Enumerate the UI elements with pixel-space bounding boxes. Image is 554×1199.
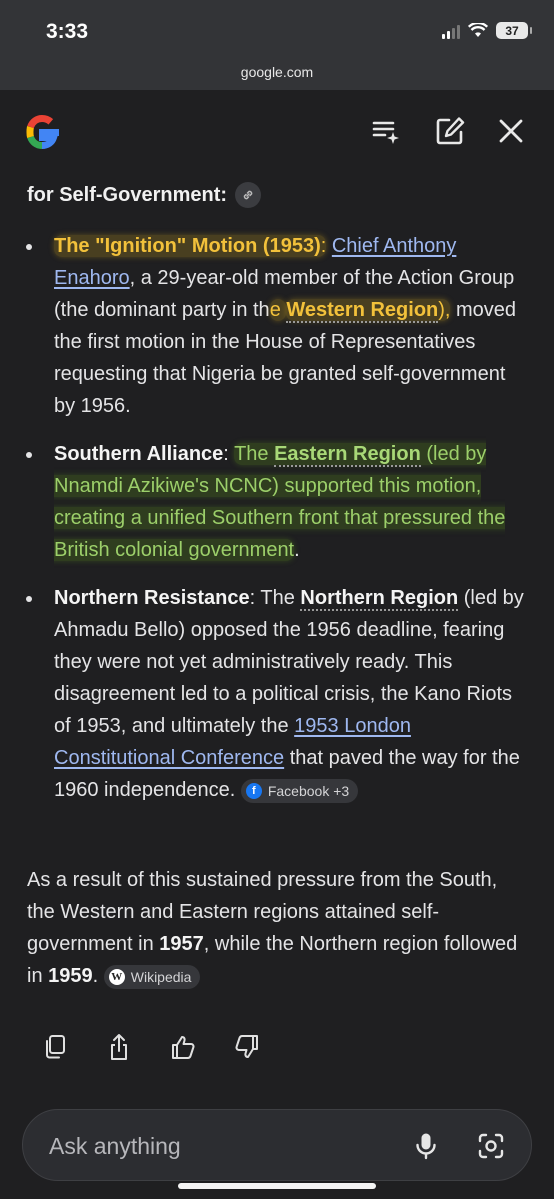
copy-button[interactable] (40, 1030, 70, 1064)
list-item: The "Ignition" Motion (1953): Chief Anth… (0, 230, 554, 422)
list-sparkle-icon (372, 121, 399, 144)
camera-lens-icon (478, 1133, 504, 1159)
list-sparkle-button[interactable] (369, 114, 403, 148)
close-button[interactable] (494, 114, 528, 148)
header (0, 90, 554, 170)
facebook-icon: f (245, 783, 262, 799)
ask-bar (22, 1109, 532, 1181)
status-time: 3:33 (46, 20, 89, 43)
cellular-signal-icon (442, 23, 460, 39)
wifi-icon (468, 23, 488, 37)
voice-search-button[interactable] (415, 1132, 437, 1165)
battery-icon: 37 (496, 22, 532, 39)
link-icon (243, 190, 253, 200)
bullet-list: The "Ignition" Motion (1953): Chief Anth… (0, 230, 554, 822)
northern-region-term[interactable]: Northern Region (300, 587, 459, 611)
mic-icon (416, 1133, 436, 1160)
thumbs-down-button[interactable] (232, 1030, 262, 1064)
status-icons: 37 (442, 22, 532, 39)
action-row (40, 1030, 262, 1064)
url-bar[interactable]: google.com (0, 64, 554, 80)
edit-button[interactable] (433, 114, 467, 148)
thumbs-up-icon (172, 1036, 195, 1059)
source-chip-facebook[interactable]: f Facebook +3 (240, 779, 359, 803)
share-icon (111, 1034, 127, 1060)
list-item: Northern Resistance: The Northern Region… (0, 582, 554, 806)
summary-paragraph: As a result of this sustained pressure f… (27, 869, 518, 989)
share-button[interactable] (104, 1030, 134, 1064)
edit-icon (436, 117, 465, 145)
section-title: for Self-Government: (27, 182, 262, 208)
lens-button[interactable] (477, 1132, 505, 1165)
home-indicator[interactable] (178, 1183, 376, 1189)
source-chip-wikipedia[interactable]: W Wikipedia (103, 965, 201, 989)
eastern-region-term[interactable]: Eastern Region (274, 443, 421, 467)
link-chip[interactable] (235, 182, 262, 208)
ask-input[interactable] (49, 1132, 379, 1160)
thumbs-up-button[interactable] (168, 1030, 198, 1064)
thumbs-down-icon (235, 1035, 258, 1058)
close-icon (499, 119, 523, 143)
google-g-logo[interactable] (20, 110, 64, 154)
western-region-term[interactable]: Western Region (286, 299, 439, 323)
status-bar: 3:33 37 google.com (0, 0, 554, 90)
list-item: Southern Alliance: The Eastern Region (l… (0, 438, 554, 566)
wikipedia-icon: W (108, 969, 125, 985)
copy-icon (46, 1035, 65, 1059)
